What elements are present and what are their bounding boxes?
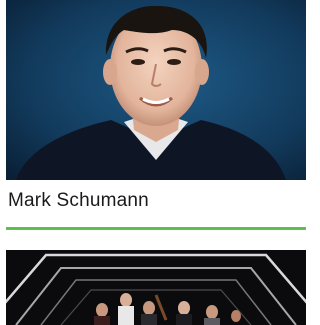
accent-divider: [6, 227, 306, 230]
artist-list: Mark Schumann: [0, 0, 306, 325]
ensemble-photo-image[interactable]: [6, 250, 306, 325]
artist-name-link[interactable]: Mark Schumann: [8, 190, 149, 212]
artist-portrait-image[interactable]: [6, 0, 306, 180]
